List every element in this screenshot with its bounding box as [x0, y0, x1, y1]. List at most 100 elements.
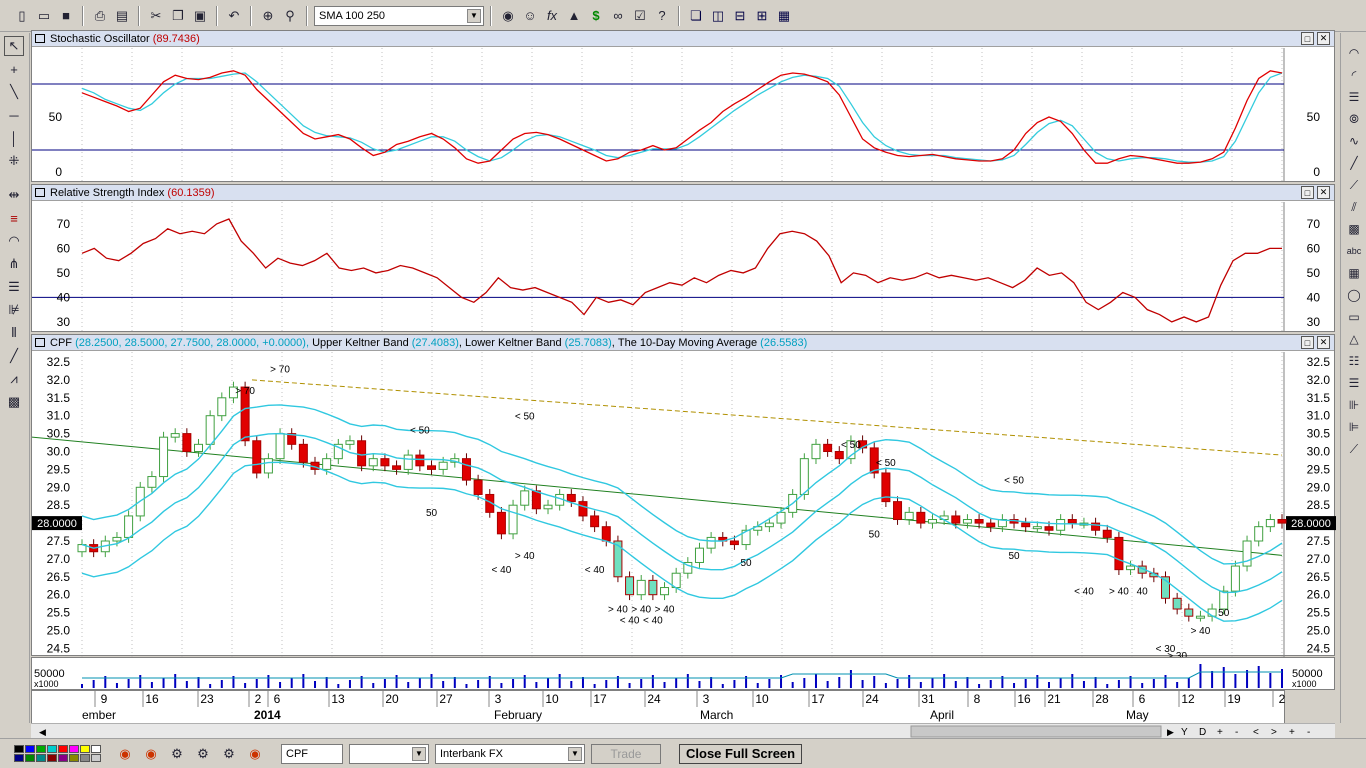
robot-icon[interactable]: ⚙: [167, 744, 187, 764]
cascade-icon[interactable]: ❏: [686, 6, 706, 26]
bars3-icon[interactable]: ⊪: [1344, 395, 1364, 415]
tile-horizontal-icon[interactable]: ⊟: [730, 6, 750, 26]
rsi-pane[interactable]: Relative Strength Index (60.1359) □ ✕ 70…: [31, 184, 1335, 332]
rect-icon[interactable]: ▭: [1344, 307, 1364, 327]
hline-icon[interactable]: ─: [4, 105, 24, 125]
new-icon[interactable]: ▯: [12, 6, 32, 26]
browser-icon[interactable]: ◉: [115, 744, 135, 764]
symbol-input[interactable]: CPF: [281, 743, 343, 764]
cut-icon[interactable]: ✂: [146, 6, 166, 26]
volume-pane[interactable]: 50000 x1000 50000 x1000: [31, 657, 1335, 690]
formula-icon[interactable]: fx: [542, 6, 562, 26]
trade-button[interactable]: Trade: [591, 743, 661, 764]
rsi-chart[interactable]: 70 70 60 60 50 50 40 40 30 30: [32, 202, 1336, 332]
line-icon[interactable]: ╱: [4, 346, 24, 366]
color-swatch[interactable]: [36, 745, 46, 753]
crosshair-icon[interactable]: ⊕: [258, 6, 278, 26]
undo-icon[interactable]: ↶: [224, 6, 244, 26]
trendline-icon[interactable]: ╲: [4, 82, 24, 102]
dollar-icon[interactable]: $: [586, 6, 606, 26]
grid-icon[interactable]: ⊞: [752, 6, 772, 26]
pattern-icon[interactable]: ▩: [1344, 219, 1364, 239]
color-palette[interactable]: [14, 745, 101, 762]
print-preview-icon[interactable]: ▤: [112, 6, 132, 26]
color-swatch[interactable]: [36, 754, 46, 762]
copy-icon[interactable]: ❐: [168, 6, 188, 26]
chevron-down-icon[interactable]: ▼: [568, 746, 582, 761]
arc-right-icon[interactable]: ◠: [1344, 43, 1364, 63]
paste-icon[interactable]: ▣: [190, 6, 210, 26]
save-icon[interactable]: ■: [56, 6, 76, 26]
close-icon[interactable]: ✕: [1317, 336, 1330, 349]
color-swatch[interactable]: [69, 745, 79, 753]
price-pane[interactable]: CPF (28.2500, 28.5000, 27.7500, 28.0000,…: [31, 334, 1336, 657]
open-icon[interactable]: ▭: [34, 6, 54, 26]
color-swatch[interactable]: [91, 754, 101, 762]
robot3-icon[interactable]: ⚙: [219, 744, 239, 764]
close-icon[interactable]: ✕: [1317, 32, 1330, 45]
color-swatch[interactable]: [47, 745, 57, 753]
pointer-icon[interactable]: ↖: [4, 36, 24, 56]
crosshair-tool-icon[interactable]: +: [4, 59, 24, 79]
diag2-icon[interactable]: ⟋: [1344, 175, 1364, 195]
pitchfork-icon[interactable]: ⋔: [4, 254, 24, 274]
robot2-icon[interactable]: ⚙: [193, 744, 213, 764]
checklist-icon[interactable]: ☑: [630, 6, 650, 26]
grid-tool-icon[interactable]: ▩: [4, 392, 24, 412]
volume-chart[interactable]: 50000x100050000x1000: [32, 658, 1336, 691]
price-chart[interactable]: 32.5 32.532.0 32.031.5 31.531.0 31.030.5 30.5…: [32, 352, 1336, 657]
arc2-icon[interactable]: ◜: [1344, 65, 1364, 85]
color-swatch[interactable]: [80, 754, 90, 762]
color-swatch[interactable]: [47, 754, 57, 762]
chevron-down-icon[interactable]: ▼: [412, 746, 426, 761]
color-swatch[interactable]: [58, 754, 68, 762]
diag3-icon[interactable]: ⫽: [1344, 197, 1364, 217]
speedline-icon[interactable]: ⩘: [4, 369, 24, 389]
close-full-screen-button[interactable]: Close Full Screen: [679, 743, 803, 764]
stochastic-pane[interactable]: Stochastic Oscillator (89.7436) □ ✕ 50 50…: [31, 30, 1335, 182]
color-swatch[interactable]: [25, 745, 35, 753]
bars2-icon[interactable]: ☰: [1344, 373, 1364, 393]
help-icon[interactable]: ?: [652, 6, 672, 26]
close-icon[interactable]: ✕: [1317, 186, 1330, 199]
color-swatch[interactable]: [14, 745, 24, 753]
vline-icon[interactable]: │: [4, 128, 24, 148]
table-icon[interactable]: ▦: [1344, 263, 1364, 283]
wave-icon[interactable]: ∿: [1344, 131, 1364, 151]
color-swatch[interactable]: [25, 754, 35, 762]
pane-minimize-box[interactable]: [35, 188, 45, 197]
secondary-combo[interactable]: ▼: [349, 743, 429, 764]
bars-icon[interactable]: ☷: [1344, 351, 1364, 371]
zoom-tool-icon[interactable]: ⇹: [4, 185, 24, 205]
indicator-combo[interactable]: SMA 100 250 ▼: [314, 5, 484, 26]
tile-vertical-icon[interactable]: ◫: [708, 6, 728, 26]
maximize-icon[interactable]: □: [1301, 186, 1314, 199]
data-feed-combo[interactable]: Interbank FX ▼: [435, 743, 585, 764]
layout-icon[interactable]: ▦: [774, 6, 794, 26]
color-swatch[interactable]: [58, 745, 68, 753]
maximize-icon[interactable]: □: [1301, 32, 1314, 45]
ellipse-icon[interactable]: ⦾: [1344, 109, 1364, 129]
bars4-icon[interactable]: ⊫: [1344, 417, 1364, 437]
arc-icon[interactable]: ◠: [4, 231, 24, 251]
print-icon[interactable]: ⎙: [90, 6, 110, 26]
zoom-icon[interactable]: ⚲: [280, 6, 300, 26]
color-swatch[interactable]: [69, 754, 79, 762]
pane-minimize-box[interactable]: [35, 338, 45, 347]
color-swatch[interactable]: [14, 754, 24, 762]
color-swatch[interactable]: [80, 745, 90, 753]
cycles-icon[interactable]: ⦀: [4, 323, 24, 343]
gann-icon[interactable]: ⊯: [4, 300, 24, 320]
pane-minimize-box[interactable]: [35, 34, 45, 43]
triangle-icon[interactable]: △: [1344, 329, 1364, 349]
portfolio-icon[interactable]: ◉: [498, 6, 518, 26]
maximize-icon[interactable]: □: [1301, 336, 1314, 349]
binoculars-icon[interactable]: ∞: [608, 6, 628, 26]
channel-icon[interactable]: ≡: [4, 208, 24, 228]
fan-icon[interactable]: ☰: [4, 277, 24, 297]
text-abc-icon[interactable]: abc: [1344, 241, 1364, 261]
polyline-icon[interactable]: ⟋: [1344, 439, 1364, 459]
fib-icon[interactable]: ⁜: [4, 151, 24, 171]
ellipse2-icon[interactable]: ◯: [1344, 285, 1364, 305]
scroll-controls[interactable]: ◀ ▶ Y D + - < > + -: [31, 724, 1335, 739]
